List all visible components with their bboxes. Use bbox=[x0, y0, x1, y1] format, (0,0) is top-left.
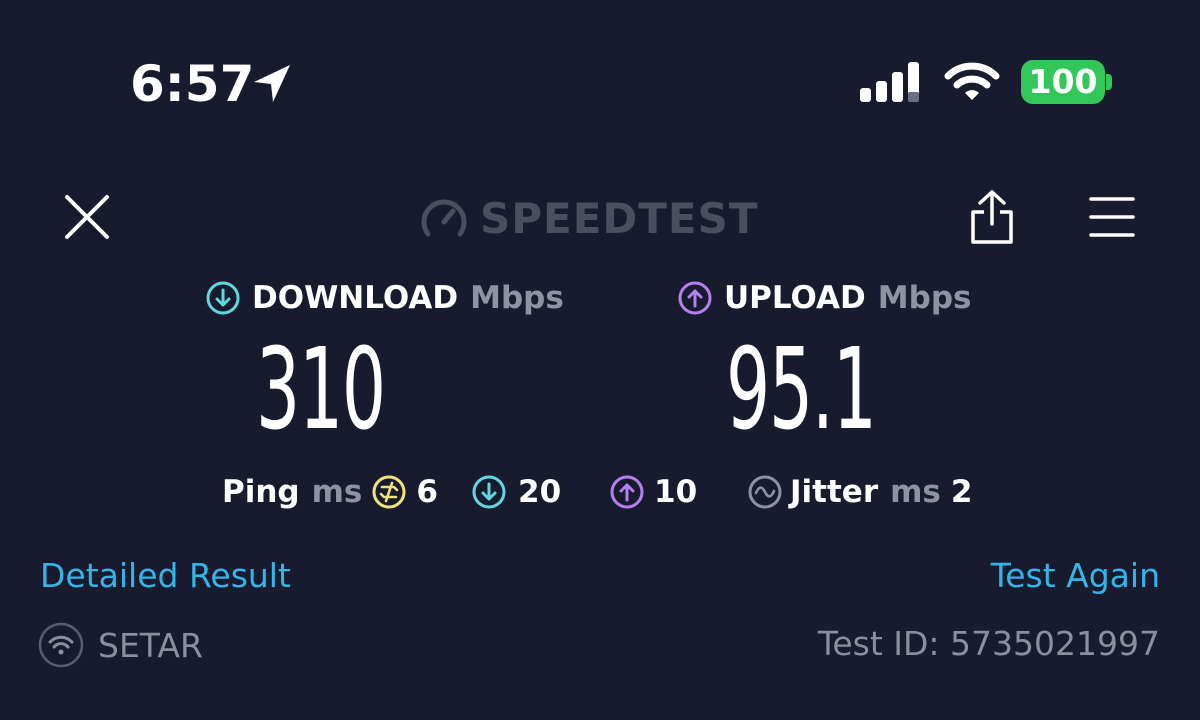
jitter-unit: ms bbox=[890, 474, 941, 510]
jitter-group: Jitter ms 2 bbox=[748, 474, 972, 510]
wifi-icon bbox=[944, 62, 1000, 100]
share-button[interactable] bbox=[966, 188, 1018, 246]
detailed-result-link[interactable]: Detailed Result bbox=[40, 556, 291, 596]
download-value: 310 bbox=[256, 325, 386, 455]
ping-download-value: 20 bbox=[518, 474, 562, 510]
download-header: DOWNLOAD Mbps bbox=[206, 280, 564, 316]
jitter-icon bbox=[748, 475, 782, 509]
isp-name: SETAR bbox=[98, 625, 203, 665]
isp-info: SETAR bbox=[38, 622, 203, 668]
ping-upload-value: 10 bbox=[654, 474, 698, 510]
status-time: 6:57 bbox=[130, 55, 255, 113]
wifi-provider-icon bbox=[38, 622, 84, 668]
ping-label: Ping bbox=[222, 474, 300, 510]
download-ping-icon bbox=[472, 475, 506, 509]
speedtest-logo: SPEEDTEST bbox=[420, 192, 759, 244]
cellular-signal-icon bbox=[860, 62, 919, 102]
ping-upload-group: 10 bbox=[610, 474, 697, 510]
speedometer-icon bbox=[421, 199, 467, 237]
download-label: DOWNLOAD bbox=[252, 280, 459, 316]
ping-download-group: 20 bbox=[472, 474, 561, 510]
download-unit: Mbps bbox=[470, 280, 564, 316]
ping-unit: ms bbox=[311, 474, 363, 510]
test-id: Test ID: 5735021997 bbox=[817, 624, 1160, 663]
jitter-label: Jitter bbox=[790, 474, 879, 510]
logo-text: SPEEDTEST bbox=[480, 193, 759, 243]
test-again-link[interactable]: Test Again bbox=[991, 556, 1160, 596]
ping-group: Ping ms 6 bbox=[222, 474, 438, 510]
upload-header: UPLOAD Mbps bbox=[678, 280, 971, 316]
upload-value: 95.1 bbox=[726, 325, 877, 455]
location-arrow-icon bbox=[254, 65, 290, 102]
jitter-value: 2 bbox=[950, 474, 973, 510]
upload-ping-icon bbox=[610, 475, 644, 509]
idle-ping-icon bbox=[372, 475, 406, 509]
menu-button[interactable] bbox=[1088, 194, 1136, 240]
close-button[interactable] bbox=[62, 192, 112, 242]
ping-idle-value: 6 bbox=[416, 474, 438, 510]
upload-unit: Mbps bbox=[877, 280, 972, 316]
battery-nub bbox=[1106, 74, 1112, 90]
battery-icon: 100 bbox=[1021, 60, 1105, 104]
upload-arrow-icon bbox=[678, 281, 712, 315]
download-arrow-icon bbox=[206, 281, 240, 315]
upload-label: UPLOAD bbox=[724, 280, 866, 316]
